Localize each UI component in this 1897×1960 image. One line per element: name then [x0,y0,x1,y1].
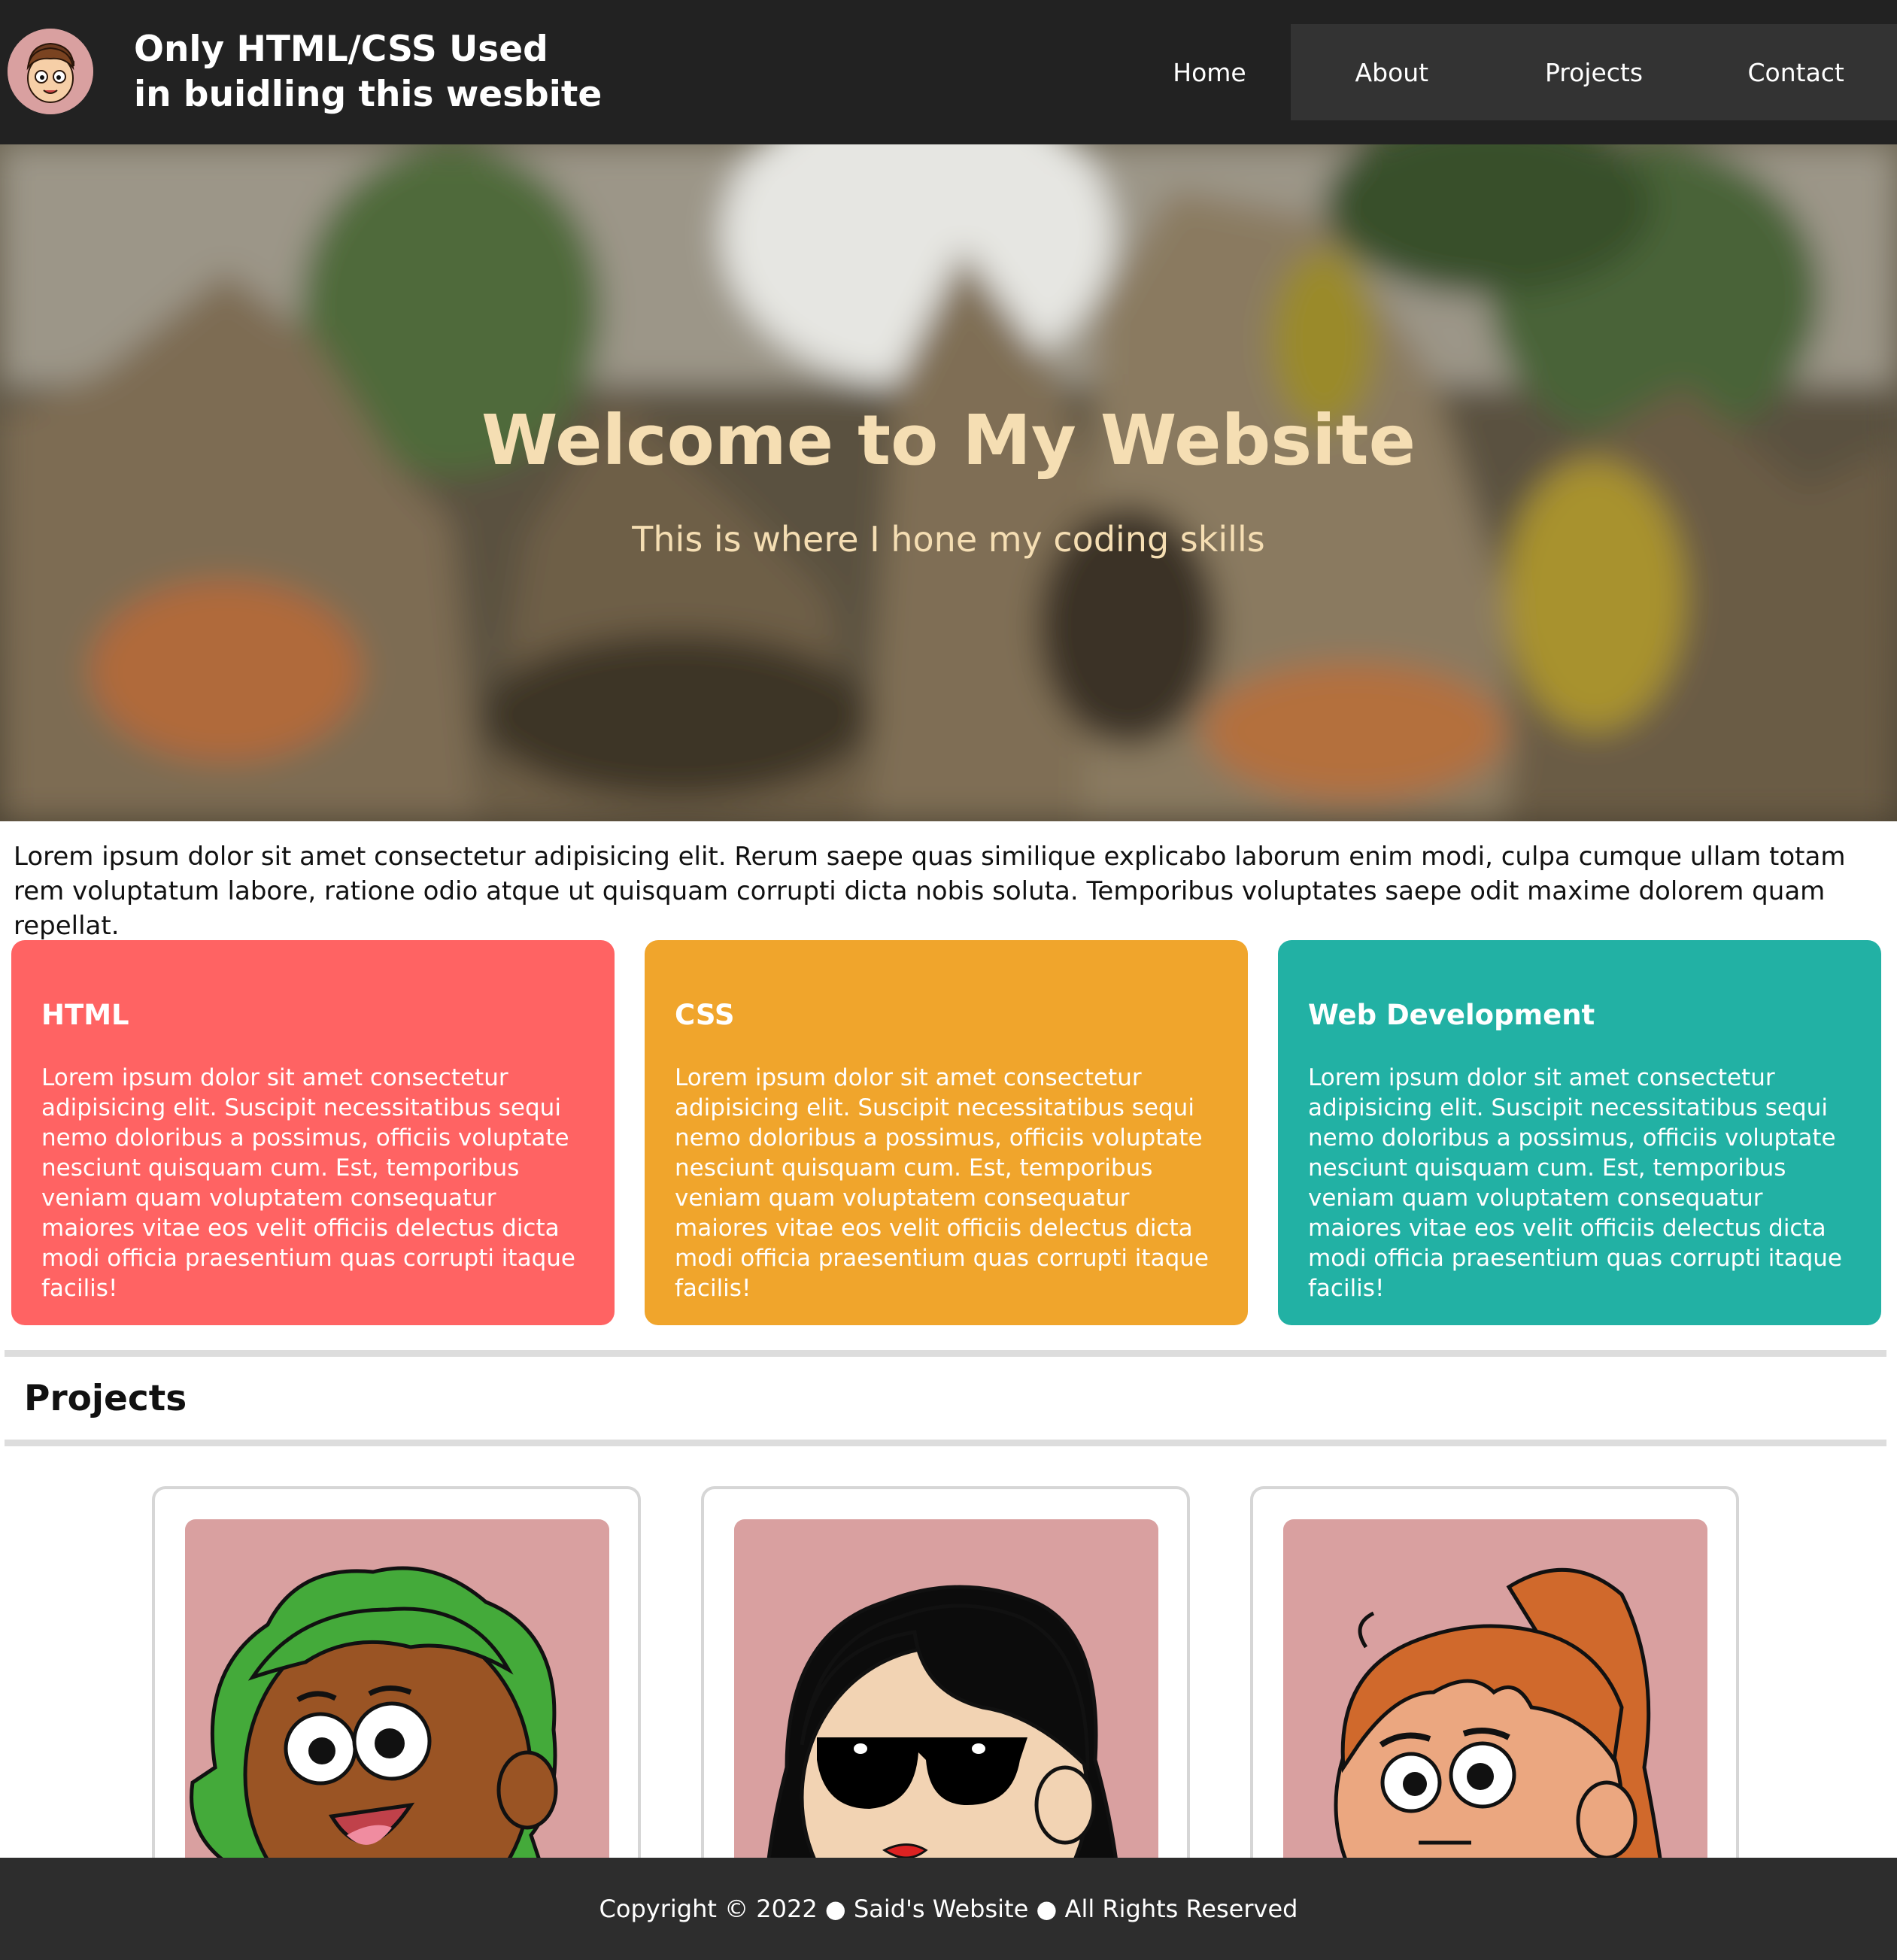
intro-paragraph: Lorem ipsum dolor sit amet consectetur a… [14,842,1846,941]
site-header: Only HTML/CSS Used in buidling this wesb… [0,0,1897,144]
divider [5,1350,1886,1357]
cartoon-avatar-icon[interactable] [8,29,93,114]
hero-title: Welcome to My Website [481,400,1416,481]
hero-subtitle: This is where I hone my coding skills [632,519,1265,560]
nav-group: About Projects Contact [1291,24,1897,120]
feature-card-body: Lorem ipsum dolor sit amet consectetur a… [675,1064,1209,1302]
site-title-line2: in buidling this wesbite [134,74,602,115]
nav-item-contact[interactable]: Contact [1695,24,1897,120]
nav-item-projects[interactable]: Projects [1493,24,1695,120]
hero-banner: Welcome to My Website This is where I ho… [0,144,1897,821]
feature-card-title: HTML [41,999,129,1031]
copyright-text: Copyright © 2022 ● Said's Website ● All … [599,1895,1298,1923]
site-title-line1: Only HTML/CSS Used [134,29,548,70]
feature-card-html: HTML Lorem ipsum dolor sit amet consecte… [11,940,615,1325]
feature-card-title: CSS [675,999,735,1031]
nav-item-about[interactable]: About [1291,24,1493,120]
feature-card-web-development: Web Development Lorem ipsum dolor sit am… [1278,940,1881,1325]
projects-heading: Projects [24,1378,187,1419]
feature-card-body: Lorem ipsum dolor sit amet consectetur a… [1308,1064,1842,1302]
nav-item-home[interactable]: Home [1128,24,1291,120]
feature-card-body: Lorem ipsum dolor sit amet consectetur a… [41,1064,575,1302]
divider [5,1440,1886,1446]
site-title: Only HTML/CSS Used in buidling this wesb… [134,27,660,117]
feature-card-css: CSS Lorem ipsum dolor sit amet consectet… [645,940,1248,1325]
site-footer: Copyright © 2022 ● Said's Website ● All … [0,1858,1897,1960]
hero-background-image [0,144,1897,821]
feature-card-title: Web Development [1308,999,1595,1031]
